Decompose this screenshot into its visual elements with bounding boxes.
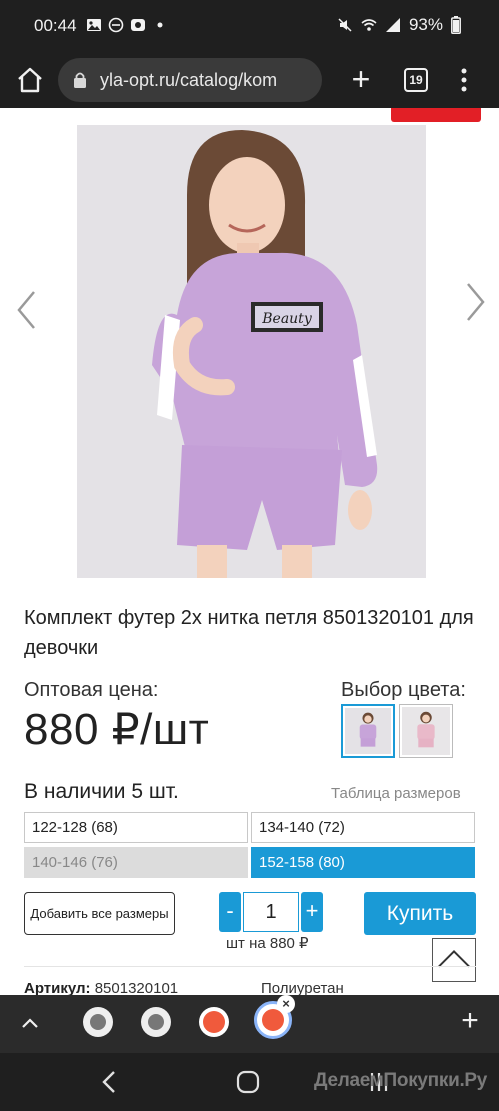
header-red-tab[interactable] — [391, 108, 481, 122]
next-image-arrow-icon[interactable] — [462, 280, 488, 324]
app-bubble-wallet[interactable] — [83, 1007, 113, 1037]
wallet-icon — [148, 1014, 164, 1030]
size-option[interactable]: 134-140 (72) — [251, 812, 475, 843]
stock-status: В наличии 5 шт. — [24, 780, 179, 803]
color-swatch-pink[interactable] — [399, 704, 453, 758]
size-table-link[interactable]: Таблица размеров — [331, 785, 461, 802]
status-time: 00:44 — [34, 16, 77, 35]
signal-icon — [385, 18, 400, 32]
url-text[interactable]: yla-opt.ru/catalog/kom — [100, 70, 316, 91]
battery-percent: 93% — [408, 15, 443, 34]
address-bar[interactable]: yla-opt.ru/catalog/kom — [58, 58, 322, 102]
size-option-selected[interactable]: 152-158 (80) — [251, 847, 475, 878]
more-menu-icon[interactable] — [452, 64, 476, 96]
add-all-sizes-button[interactable]: Добавить все размеры — [24, 892, 175, 935]
system-navigation-bar: ДелаемПокупки.Ру — [0, 1053, 499, 1111]
price-value: 880 ₽/шт — [24, 705, 210, 754]
home-icon[interactable] — [14, 64, 46, 96]
wallet-icon — [90, 1014, 106, 1030]
product-photo-illustration: Beauty — [77, 125, 426, 578]
wholesale-price-label: Оптовая цена: — [24, 679, 159, 701]
wifi-icon — [361, 19, 377, 31]
pink-outfit-thumbnail — [402, 707, 450, 755]
product-photo[interactable]: Beauty — [77, 125, 426, 578]
size-option-disabled: 140-146 (76) — [24, 847, 248, 878]
lock-icon[interactable] — [72, 71, 88, 89]
quantity-input[interactable]: 1 — [243, 892, 299, 932]
close-bubble-icon[interactable]: × — [277, 995, 295, 1013]
color-swatch-lilac[interactable] — [341, 704, 395, 758]
buy-button[interactable]: Купить — [364, 892, 476, 935]
app-bubble-wallet[interactable] — [141, 1007, 171, 1037]
chevron-up-icon[interactable] — [16, 1009, 44, 1037]
color-choice-label: Выбор цвета: — [341, 679, 466, 701]
quantity-increase-button[interactable]: + — [301, 892, 323, 932]
record-dot-icon — [262, 1009, 284, 1031]
quantity-decrease-button[interactable]: - — [219, 892, 241, 932]
mute-icon — [338, 18, 352, 32]
lilac-outfit-thumbnail — [345, 708, 391, 754]
record-icon — [131, 19, 145, 31]
add-bubble-button[interactable]: + — [456, 1003, 484, 1039]
home-nav-icon[interactable] — [235, 1069, 261, 1095]
browser-toolbar: yla-opt.ru/catalog/kom + 19 — [0, 52, 499, 108]
minus-circle-icon — [108, 17, 124, 33]
floating-bubbles-bar: × + — [0, 995, 499, 1053]
watermark: ДелаемПокупки.Ру — [314, 1070, 488, 1091]
new-tab-button[interactable]: + — [346, 62, 376, 96]
shirt-print-text: Beauty — [261, 311, 313, 327]
back-icon[interactable] — [98, 1068, 122, 1096]
tab-switcher-button[interactable]: 19 — [404, 68, 428, 92]
dot-icon — [157, 22, 163, 28]
status-bar: 00:44 93% — [0, 0, 499, 52]
previous-image-arrow-icon[interactable] — [14, 288, 40, 332]
product-title: Комплект футер 2х нитка петля 8501320101… — [24, 607, 474, 659]
divider — [24, 966, 476, 967]
app-bubble-record[interactable] — [199, 1007, 229, 1037]
record-dot-icon — [203, 1011, 225, 1033]
per-item-price: шт на 880 ₽ — [226, 935, 309, 952]
size-option[interactable]: 122-128 (68) — [24, 812, 248, 843]
image-icon — [87, 19, 101, 31]
battery-icon — [451, 16, 461, 34]
scroll-to-top-icon[interactable] — [432, 938, 476, 982]
